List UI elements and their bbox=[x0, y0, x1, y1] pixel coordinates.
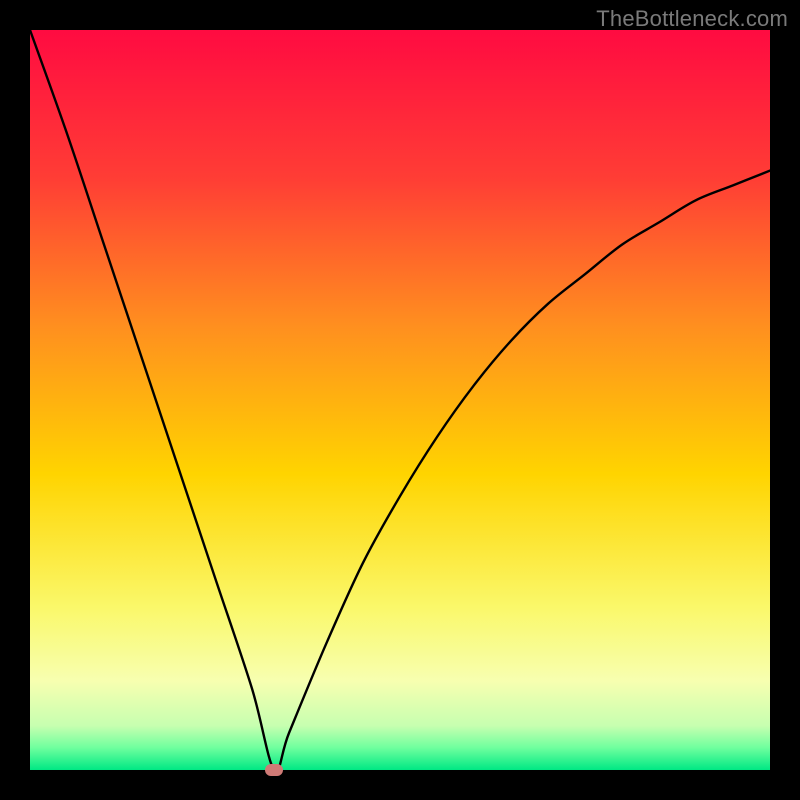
watermark-text: TheBottleneck.com bbox=[596, 6, 788, 32]
chart-container: TheBottleneck.com bbox=[0, 0, 800, 800]
optimal-marker bbox=[265, 764, 283, 776]
curve-overlay bbox=[30, 30, 770, 770]
plot-area bbox=[30, 30, 770, 770]
bottleneck-curve bbox=[30, 30, 770, 770]
